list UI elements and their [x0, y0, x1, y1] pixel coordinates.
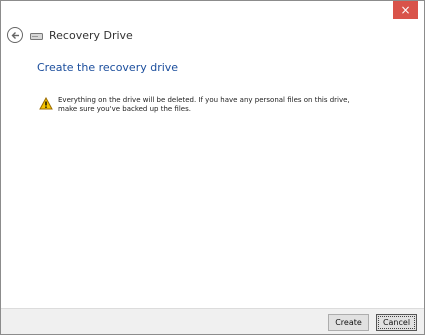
back-arrow-icon — [11, 31, 19, 39]
drive-icon — [30, 33, 43, 40]
footer: Create Cancel — [1, 308, 424, 334]
recovery-drive-window: × Recovery Drive Create the recovery dri… — [0, 0, 425, 335]
warning-message: Everything on the drive will be deleted.… — [39, 96, 368, 114]
title-row: Recovery Drive — [7, 24, 133, 46]
cancel-button[interactable]: Cancel — [376, 314, 417, 331]
warning-icon — [39, 97, 53, 110]
create-button[interactable]: Create — [328, 314, 369, 331]
close-button[interactable]: × — [393, 1, 418, 19]
back-button[interactable] — [7, 27, 23, 43]
warning-text: Everything on the drive will be deleted.… — [58, 96, 350, 113]
close-icon: × — [400, 3, 411, 17]
page-heading: Create the recovery drive — [37, 61, 179, 74]
window-title: Recovery Drive — [49, 28, 133, 42]
